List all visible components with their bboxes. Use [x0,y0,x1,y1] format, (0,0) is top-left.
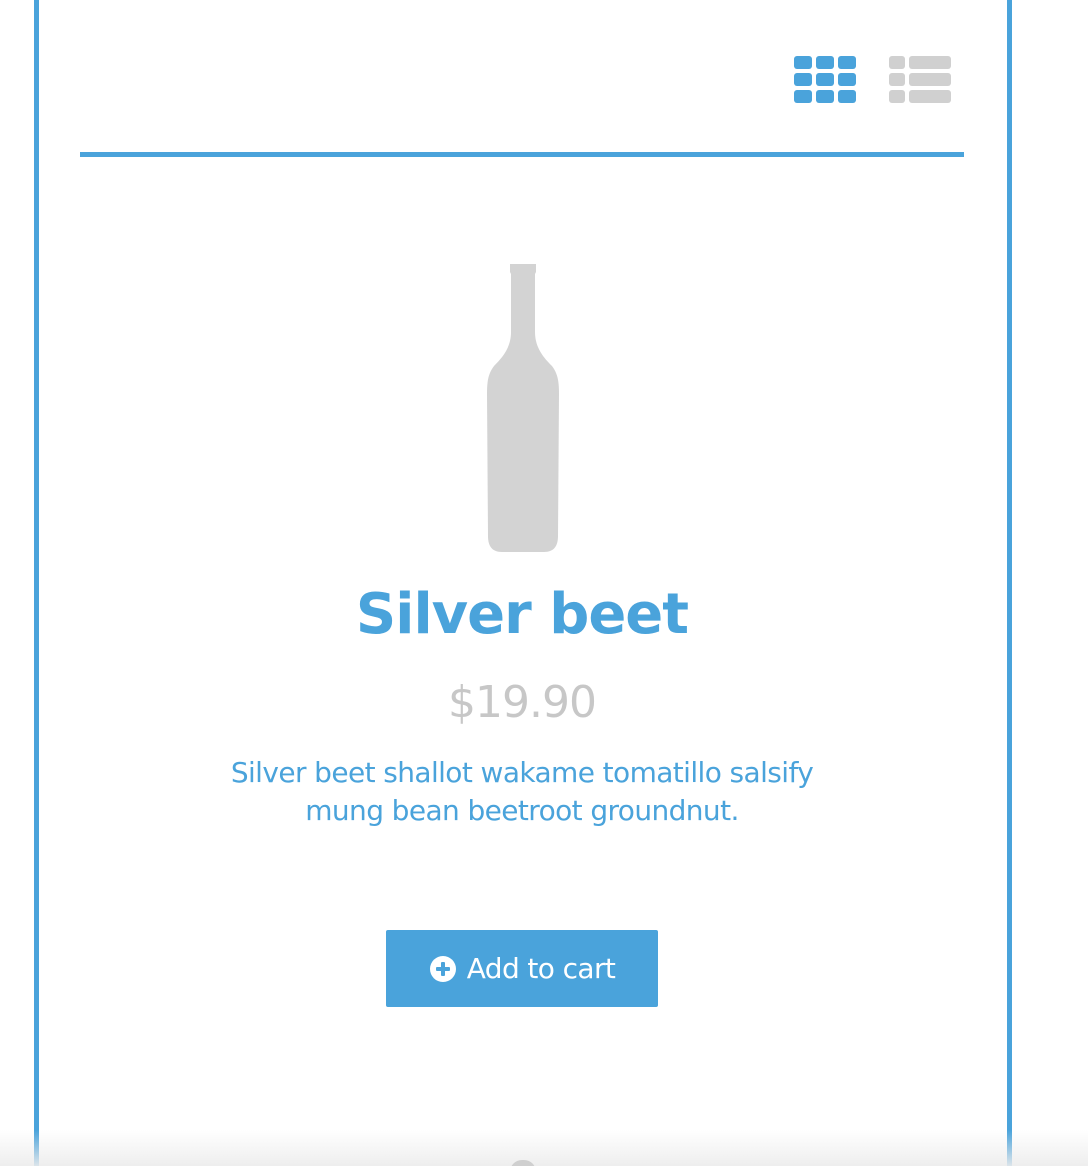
list-icon [889,56,951,103]
plus-circle-icon [429,955,456,982]
product-name: Silver beet [355,582,689,647]
page-background-right [1012,0,1088,1166]
product-page: Silver beet $19.90 Silver beet shallot w… [0,0,1088,1166]
add-to-cart-label: Add to cart [466,952,616,985]
view-toggle [794,56,951,104]
header-divider [80,152,964,157]
bottle-icon [487,264,559,552]
grid-icon [794,56,856,103]
grid-view-button[interactable] [794,56,856,104]
product-price: $19.90 [448,677,597,728]
list-view-button[interactable] [889,56,951,104]
add-to-cart-button[interactable]: Add to cart [386,930,658,1007]
product-description: Silver beet shallot wakame tomatillo sal… [230,756,814,827]
